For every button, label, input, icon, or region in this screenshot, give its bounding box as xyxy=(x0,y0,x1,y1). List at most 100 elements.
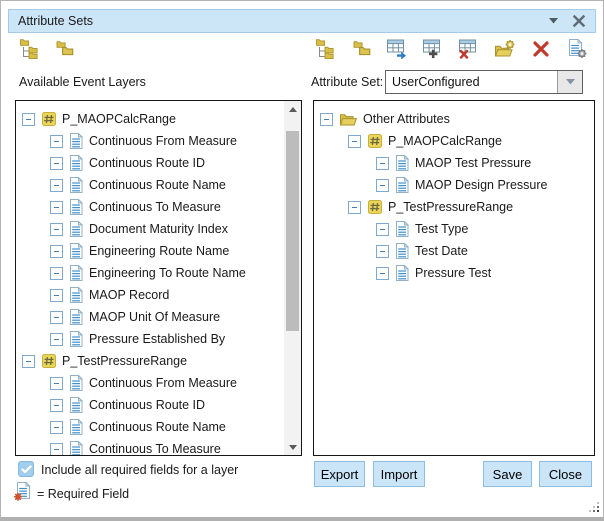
toolbar-table-remove-button[interactable] xyxy=(457,37,480,60)
collapse-toggle[interactable] xyxy=(376,245,389,258)
collapse-toggle[interactable] xyxy=(348,135,361,148)
toolbar-table-add-button[interactable] xyxy=(421,37,444,60)
attribute-set-label: Attribute Set: xyxy=(311,75,383,89)
tree-item[interactable]: MAOP Test Pressure xyxy=(314,152,594,174)
tree-item[interactable]: Continuous Route ID xyxy=(16,152,284,174)
toolbar-table-export-button[interactable] xyxy=(385,37,408,60)
tree-item[interactable]: Test Type xyxy=(314,218,594,240)
close-icon[interactable] xyxy=(571,13,587,29)
collapse-toggle[interactable] xyxy=(50,179,63,192)
tree-item[interactable]: MAOP Unit Of Measure xyxy=(16,306,284,328)
field-doc-icon xyxy=(396,265,409,281)
collapse-toggle[interactable] xyxy=(50,135,63,148)
include-required-fields-checkbox[interactable] xyxy=(18,461,34,477)
tree-item[interactable]: Other Attributes xyxy=(314,108,594,130)
collapse-toggle[interactable] xyxy=(50,267,63,280)
field-doc-icon xyxy=(70,287,83,303)
tree-item[interactable]: P_TestPressureRange xyxy=(16,350,284,372)
tree-item[interactable]: Continuous From Measure xyxy=(16,130,284,152)
collapse-toggle[interactable] xyxy=(50,289,63,302)
toolbar-folders-button[interactable] xyxy=(52,37,75,60)
export-button[interactable]: Export xyxy=(314,461,365,487)
collapse-toggle[interactable] xyxy=(22,355,35,368)
tree-item[interactable]: Continuous Route Name xyxy=(16,416,284,438)
available-layers-tree-panel: P_MAOPCalcRange Continuous From Measure Co… xyxy=(15,100,302,456)
tree-item[interactable]: MAOP Design Pressure xyxy=(314,174,594,196)
collapse-toggle[interactable] xyxy=(50,157,63,170)
field-doc-icon xyxy=(396,155,409,171)
tree-item[interactable]: P_TestPressureRange xyxy=(314,196,594,218)
tree-item[interactable]: P_MAOPCalcRange xyxy=(314,130,594,152)
collapse-toggle[interactable] xyxy=(50,421,63,434)
table-add-icon xyxy=(422,38,443,59)
layer-tree-icon xyxy=(315,38,335,59)
attribute-set-value: UserConfigured xyxy=(386,75,557,89)
tree-item-label: Other Attributes xyxy=(363,112,450,126)
tree-item[interactable]: Engineering To Route Name xyxy=(16,262,284,284)
collapse-toggle[interactable] xyxy=(50,245,63,258)
collapse-toggle[interactable] xyxy=(348,201,361,214)
tree-item[interactable]: Continuous From Measure xyxy=(16,372,284,394)
tree-item[interactable]: Pressure Test xyxy=(314,262,594,284)
close-button[interactable]: Close xyxy=(539,461,592,487)
save-button[interactable]: Save xyxy=(483,461,532,487)
field-doc-icon xyxy=(70,265,83,281)
toolbar-layer-tree-button[interactable] xyxy=(313,37,336,60)
tree-item-label: Continuous From Measure xyxy=(89,376,237,390)
tree-item[interactable]: Continuous Route ID xyxy=(16,394,284,416)
collapse-toggle[interactable] xyxy=(376,267,389,280)
collapse-toggle[interactable] xyxy=(376,223,389,236)
import-button[interactable]: Import xyxy=(373,461,425,487)
folders-icon xyxy=(54,40,74,57)
toolbar-left xyxy=(17,37,75,60)
available-layers-tree: P_MAOPCalcRange Continuous From Measure Co… xyxy=(16,101,284,456)
resize-grip[interactable] xyxy=(588,500,600,512)
tree-item-label: Continuous Route ID xyxy=(89,156,205,170)
tree-item[interactable]: Continuous To Measure xyxy=(16,438,284,456)
collapse-toggle[interactable] xyxy=(50,399,63,412)
tree-item-label: Engineering To Route Name xyxy=(89,266,246,280)
folders-icon xyxy=(351,40,371,57)
dropdown-button[interactable] xyxy=(557,71,582,93)
titlebar[interactable]: Attribute Sets xyxy=(8,9,596,33)
collapse-toggle[interactable] xyxy=(50,201,63,214)
tree-item-label: MAOP Unit Of Measure xyxy=(89,310,220,324)
collapse-toggle[interactable] xyxy=(50,443,63,456)
scroll-down-icon[interactable] xyxy=(284,439,301,455)
attribute-set-dropdown[interactable]: UserConfigured xyxy=(385,70,583,94)
collapse-toggle[interactable] xyxy=(376,179,389,192)
tree-item[interactable]: Pressure Established By xyxy=(16,328,284,350)
toolbar-folders-button[interactable] xyxy=(349,37,372,60)
toolbar-folder-gear-button[interactable] xyxy=(493,37,516,60)
tree-item[interactable]: Test Date xyxy=(314,240,594,262)
tree-item[interactable]: P_MAOPCalcRange xyxy=(16,108,284,130)
tree-item[interactable]: Document Maturity Index xyxy=(16,218,284,240)
attribute-set-tree: Other Attributes P_MAOPCalcRangeMAOP Test… xyxy=(314,101,594,284)
tree-item-label: Document Maturity Index xyxy=(89,222,228,236)
tree-item[interactable]: Continuous To Measure xyxy=(16,196,284,218)
collapse-toggle[interactable] xyxy=(376,157,389,170)
event-layer-icon xyxy=(368,134,382,148)
field-doc-icon xyxy=(70,199,83,215)
tree-item[interactable]: Engineering Route Name xyxy=(16,240,284,262)
field-doc-icon xyxy=(396,243,409,259)
toolbar-layer-tree-button[interactable] xyxy=(17,37,40,60)
scrollbar-thumb[interactable] xyxy=(286,131,299,331)
toolbar-document-gear-button[interactable] xyxy=(565,37,588,60)
layer-tree-icon xyxy=(19,38,39,59)
collapse-toggle[interactable] xyxy=(50,333,63,346)
tree-item[interactable]: Continuous Route Name xyxy=(16,174,284,196)
collapse-toggle[interactable] xyxy=(50,377,63,390)
collapse-toggle[interactable] xyxy=(50,311,63,324)
collapse-toggle[interactable] xyxy=(50,223,63,236)
vertical-scrollbar[interactable] xyxy=(284,101,301,455)
collapse-toggle[interactable] xyxy=(22,113,35,126)
tree-item[interactable]: MAOP Record xyxy=(16,284,284,306)
scroll-up-icon[interactable] xyxy=(284,101,301,117)
chevron-down-icon[interactable] xyxy=(545,13,561,29)
toolbar-delete-x-button[interactable] xyxy=(529,37,552,60)
include-required-fields-label: Include all required fields for a layer xyxy=(41,463,238,477)
tree-item-label: P_MAOPCalcRange xyxy=(62,112,176,126)
collapse-toggle[interactable] xyxy=(320,113,333,126)
field-doc-icon xyxy=(70,397,83,413)
